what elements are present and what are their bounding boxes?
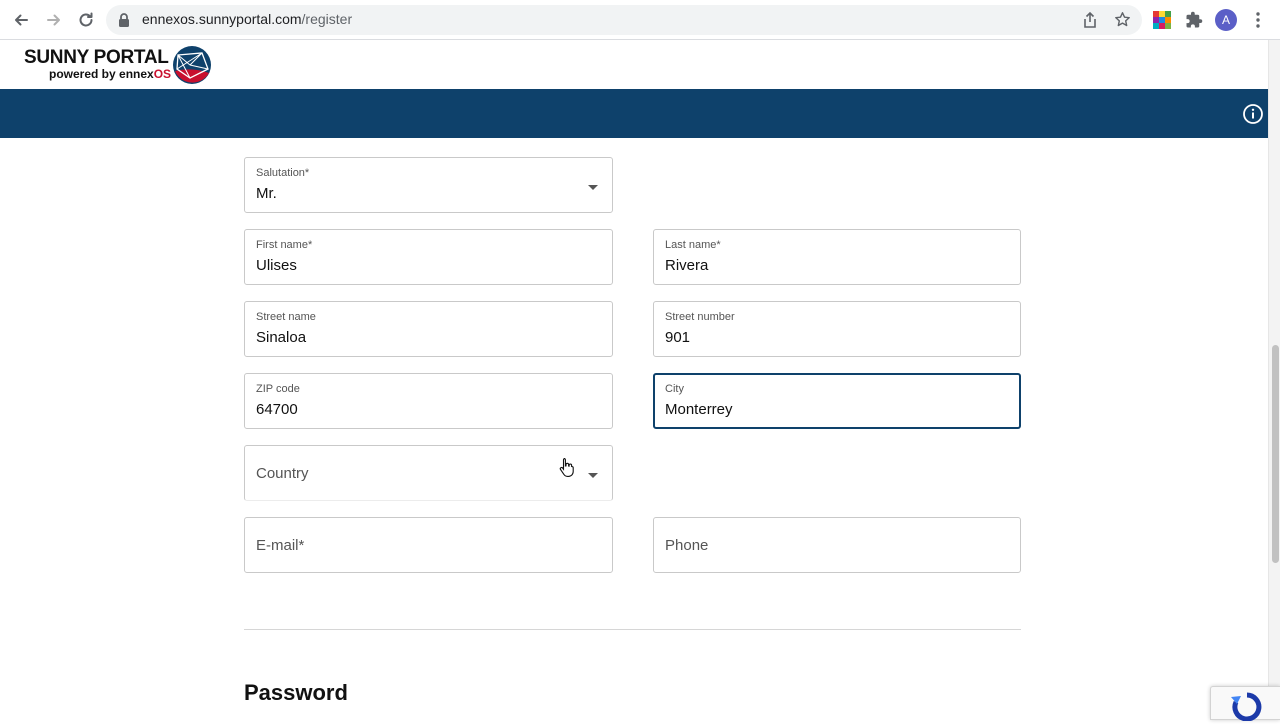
street-number-field[interactable]: Street number 901 [653,301,1021,357]
zip-code-label: ZIP code [256,383,300,395]
back-arrow-icon[interactable] [9,8,33,32]
hand-cursor-icon [559,457,575,482]
street-name-label: Street name [256,311,316,323]
logo-subtitle: powered by ennexOS [49,67,172,81]
phone-placeholder: Phone [665,537,709,554]
logo-title[interactable]: SUNNY PORTAL [24,47,169,69]
chevron-down-icon [588,473,598,478]
extension-color-icon[interactable] [1152,10,1172,30]
address-bar[interactable]: ennexos.sunnyportal.com/register [106,5,1142,35]
phone-field[interactable]: Phone [653,517,1021,573]
logo-header: SUNNY PORTAL powered by ennexOS [0,40,1268,89]
lock-icon [118,13,130,32]
zip-code-value: 64700 [256,401,298,418]
city-label: City [665,383,684,395]
street-number-label: Street number [665,311,735,323]
salutation-select[interactable]: Salutation* Mr. [244,157,613,213]
city-value: Monterrey [665,401,733,418]
country-placeholder: Country [256,465,309,482]
scrollbar-thumb[interactable] [1272,345,1279,563]
street-name-value: Sinaloa [256,329,307,346]
url-text: ennexos.sunnyportal.com/register [142,11,353,27]
reload-icon[interactable] [74,8,98,32]
recaptcha-badge[interactable] [1210,686,1280,722]
salutation-label: Salutation* [256,167,310,179]
share-icon[interactable] [1082,11,1098,34]
browser-toolbar: ennexos.sunnyportal.com/register A [0,0,1280,40]
page-content: SUNNY PORTAL powered by ennexOS Salutati… [0,40,1268,720]
street-name-field[interactable]: Street name Sinaloa [244,301,613,357]
profile-avatar[interactable]: A [1215,9,1237,31]
email-field[interactable]: E-mail* [244,517,613,573]
country-select[interactable]: Country [244,445,613,501]
zip-code-field[interactable]: ZIP code 64700 [244,373,613,429]
last-name-value: Rivera [665,257,709,274]
sunny-portal-logo-icon[interactable] [172,45,212,90]
last-name-label: Last name* [665,239,721,251]
chevron-down-icon [588,185,598,190]
puzzle-icon[interactable] [1184,10,1204,30]
page-scrollbar[interactable] [1268,40,1280,720]
forward-arrow-icon[interactable] [42,8,66,32]
street-number-value: 901 [665,329,691,346]
city-field[interactable]: City Monterrey [653,373,1021,429]
menu-dots-icon[interactable] [1248,10,1268,30]
section-divider [244,629,1021,630]
salutation-value: Mr. [256,185,277,202]
info-icon[interactable] [1242,103,1264,125]
first-name-field[interactable]: First name* Ulises [244,229,613,285]
last-name-field[interactable]: Last name* Rivera [653,229,1021,285]
top-navigation-bar [0,89,1268,138]
star-icon[interactable] [1114,11,1131,33]
email-placeholder: E-mail* [256,537,305,554]
password-section-title: Password [244,680,348,705]
recaptcha-icon [1227,691,1267,726]
first-name-label: First name* [256,239,313,251]
first-name-value: Ulises [256,257,297,274]
